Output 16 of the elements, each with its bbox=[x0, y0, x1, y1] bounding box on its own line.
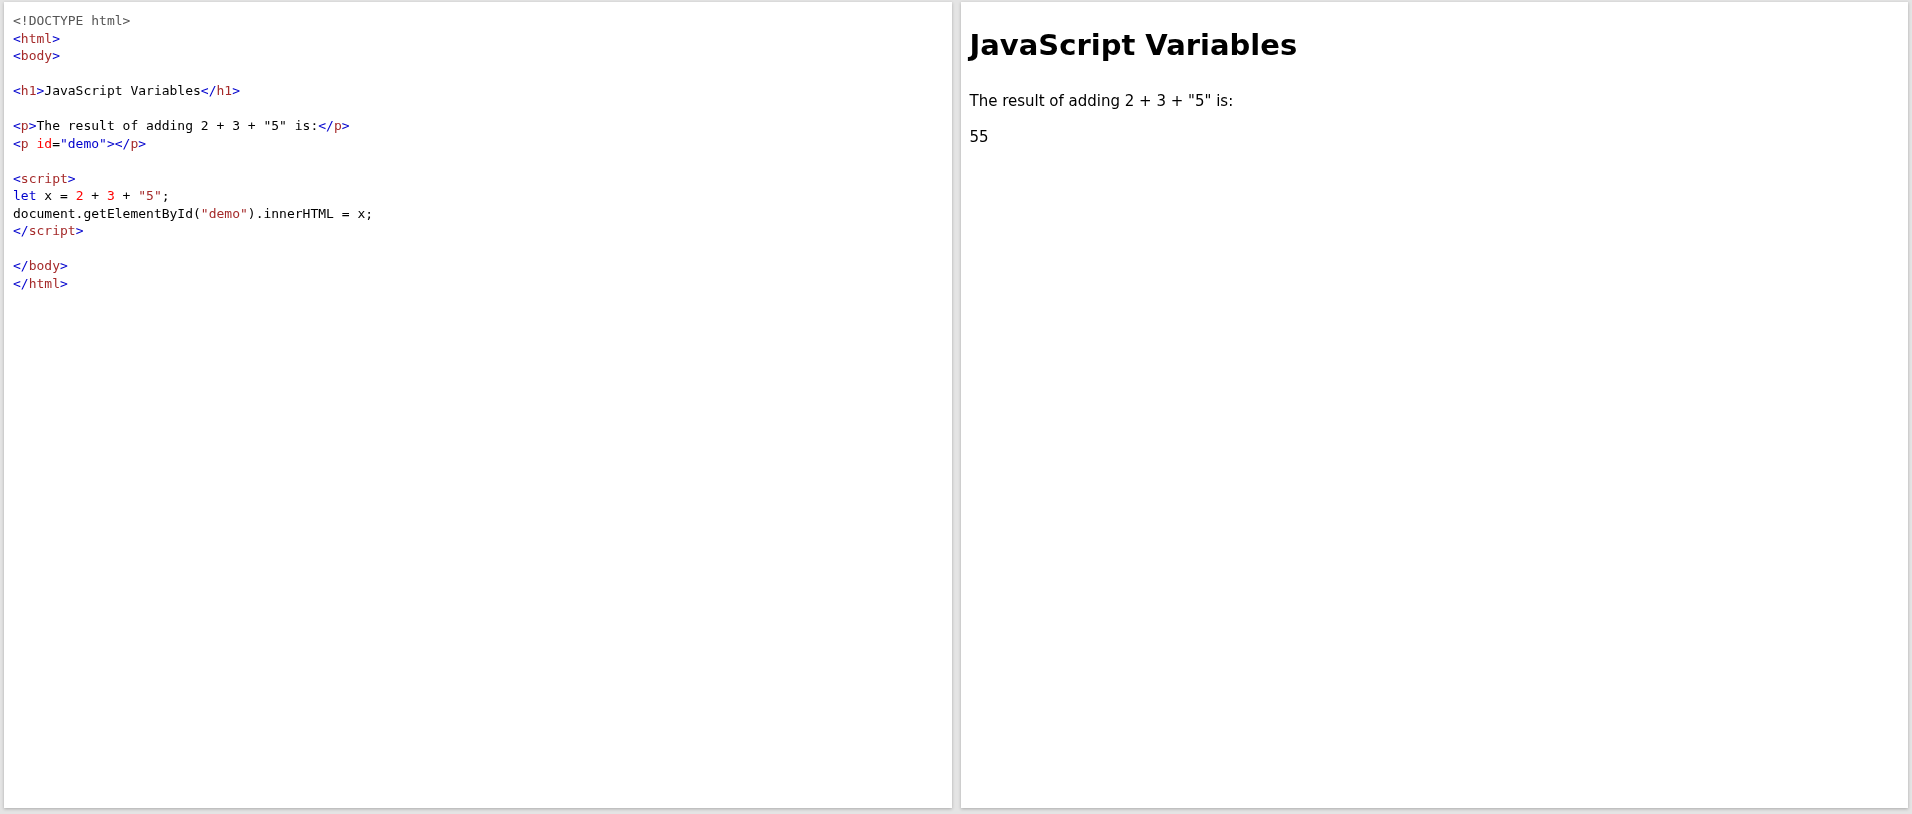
paragraph-text: The result of adding 2 + 3 + "5" is: bbox=[969, 92, 1234, 110]
code-line: <p>The result of adding 2 + 3 + "5" is:</p> bbox=[13, 117, 350, 135]
code-line: </script> bbox=[13, 222, 84, 240]
code-editor-panel[interactable] bbox=[4, 2, 952, 808]
code-line: <p id="demo"></p> bbox=[13, 134, 147, 152]
code-line: </body> bbox=[13, 257, 68, 275]
page-heading: JavaScript Variables bbox=[969, 28, 1298, 62]
code-line: <!DOCTYPE html> bbox=[13, 12, 131, 30]
paragraph-text: 55 bbox=[969, 128, 989, 146]
code-line: <script> bbox=[13, 169, 76, 187]
code-line: document.getElementById("demo").innerHTML = x; bbox=[13, 204, 374, 222]
code-line: <html> bbox=[13, 29, 60, 47]
code-line: let x = 2 + 3 + "5"; bbox=[13, 187, 170, 205]
code-line: <h1>JavaScript Variables</h1> bbox=[13, 82, 240, 100]
code-line: </html> bbox=[13, 274, 68, 292]
code-line: <body> bbox=[13, 47, 60, 65]
